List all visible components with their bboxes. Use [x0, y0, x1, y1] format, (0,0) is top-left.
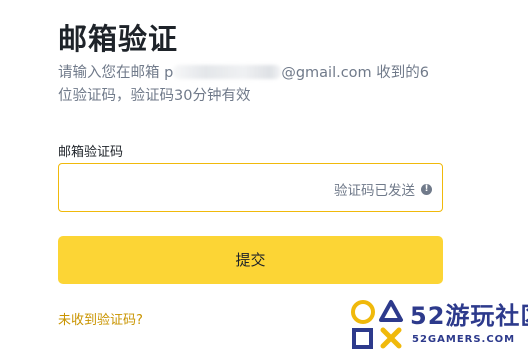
email-code-field[interactable]: 验证码已发送 !	[58, 163, 443, 212]
masked-email-user	[173, 65, 282, 79]
instruction-suffix: 收到的6	[371, 65, 430, 81]
instruction-line2: 位验证码，验证码30分钟有效	[58, 88, 251, 104]
code-sent-status: 验证码已发送 !	[334, 179, 432, 199]
code-label: 邮箱验证码	[58, 145, 124, 160]
page-title: 邮箱验证	[58, 22, 179, 56]
email-code-input[interactable]	[71, 164, 321, 211]
resend-code-link[interactable]: 未收到验证码?	[58, 309, 143, 328]
watermark-logo: 52游玩社区 52GAMERS.COM	[348, 296, 528, 354]
instruction-prefix: 请输入您在邮箱 p	[58, 65, 174, 81]
watermark-domain: 52GAMERS.COM	[412, 334, 516, 345]
instruction-email-domain: @gmail.com	[281, 65, 372, 81]
instruction-text: 请输入您在邮箱 p @gmail.com 收到的6 位验证码，验证码30分钟有效	[58, 62, 458, 108]
submit-button[interactable]: 提交	[58, 236, 443, 284]
watermark-brand: 52游玩社区	[410, 302, 528, 330]
gamepad-symbols-icon	[351, 300, 403, 349]
code-sent-text: 验证码已发送	[334, 183, 415, 199]
info-icon[interactable]: !	[421, 183, 432, 195]
